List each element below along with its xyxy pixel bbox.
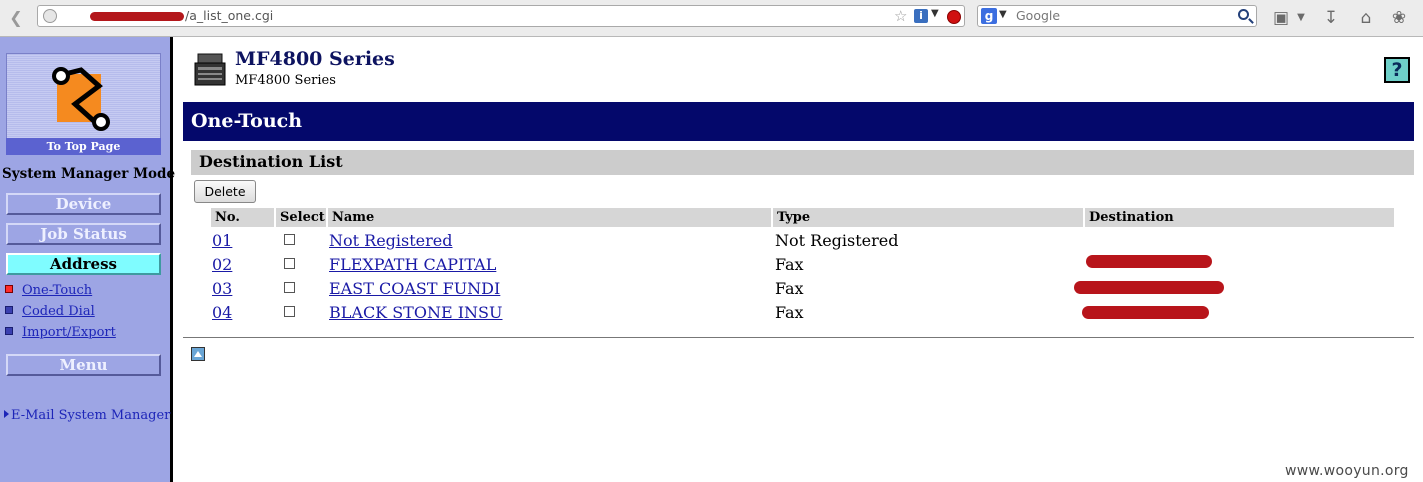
url-path-text: /a_list_one.cgi [185, 8, 274, 23]
info-icon[interactable]: i [914, 9, 928, 23]
printer-logo-icon [52, 67, 110, 131]
page-title: One-Touch [191, 110, 303, 132]
printer-icon [194, 53, 226, 86]
search-bar[interactable]: g ▼ Google [977, 5, 1257, 27]
table-row: 02 [212, 255, 232, 274]
column-header-type: Type [773, 208, 1083, 227]
divider [183, 337, 1414, 338]
entry-type: Fax [775, 303, 804, 322]
select-checkbox[interactable] [284, 258, 295, 269]
table-row: 04 [212, 303, 232, 322]
bullet-icon [5, 306, 13, 314]
email-link-label[interactable]: E-Mail System Manager [11, 408, 170, 423]
chevron-down-icon[interactable]: ▼ [931, 8, 939, 19]
url-bar[interactable]: /a_list_one.cgi ☆ i ▼ [37, 5, 965, 27]
entry-number-link[interactable]: 03 [212, 279, 232, 298]
sidebar-item-one-touch[interactable]: One-Touch [5, 283, 92, 298]
select-checkbox[interactable] [284, 306, 295, 317]
product-subtitle: MF4800 Series [235, 73, 336, 88]
device-button[interactable]: Device [6, 193, 161, 215]
mode-label: System Manager Mode [2, 166, 176, 182]
watermark: www.wooyun.org [1285, 463, 1409, 479]
bookmarks-chevron-down-icon[interactable]: ▼ [1290, 7, 1312, 29]
destination-redaction [1082, 306, 1209, 319]
entry-type: Fax [775, 255, 804, 274]
site-identity-icon[interactable] [43, 9, 57, 23]
column-header-destination: Destination [1085, 208, 1394, 227]
sidebar-item-label[interactable]: Coded Dial [22, 304, 95, 319]
entry-name-link[interactable]: FLEXPATH CAPITAL [329, 255, 496, 274]
destination-redaction [1086, 255, 1212, 268]
bullet-icon [5, 327, 13, 335]
sidebar-item-import-export[interactable]: Import/Export [5, 325, 116, 340]
column-header-name: Name [328, 208, 771, 227]
entry-name-link[interactable]: Not Registered [329, 231, 453, 250]
section-header: Destination List [191, 150, 1414, 175]
back-to-top-icon[interactable] [191, 347, 205, 361]
sidebar-item-coded-dial[interactable]: Coded Dial [5, 304, 95, 319]
job-status-button[interactable]: Job Status [6, 223, 161, 245]
url-host-redaction [90, 12, 184, 21]
column-header-select: Select [276, 208, 326, 227]
delete-button[interactable]: Delete [194, 180, 256, 203]
destination-redaction [1074, 281, 1224, 294]
top-page-label[interactable]: To Top Page [6, 138, 161, 155]
search-icon[interactable] [1238, 9, 1249, 20]
download-arrow-icon[interactable]: ↧ [1320, 7, 1342, 29]
sidebar-item-label[interactable]: Import/Export [22, 325, 116, 340]
table-row: 01 [212, 231, 232, 250]
stop-icon[interactable] [947, 10, 961, 24]
browser-toolbar: ❮ /a_list_one.cgi ☆ i ▼ g ▼ Google ▣ ▼ ↧… [0, 0, 1423, 37]
search-placeholder: Google [1016, 8, 1061, 23]
back-arrow-icon[interactable]: ❮ [5, 8, 27, 28]
entry-number-link[interactable]: 04 [212, 303, 232, 322]
help-icon[interactable]: ? [1384, 57, 1410, 83]
entry-number-link[interactable]: 01 [212, 231, 232, 250]
product-title: MF4800 Series [235, 48, 395, 70]
menu-button[interactable]: Menu [6, 354, 161, 376]
select-checkbox[interactable] [284, 234, 295, 245]
entry-type: Fax [775, 279, 804, 298]
entry-number-link[interactable]: 02 [212, 255, 232, 274]
engine-chevron-down-icon[interactable]: ▼ [999, 9, 1007, 20]
bookmark-star-icon[interactable]: ☆ [894, 7, 907, 25]
select-checkbox[interactable] [284, 282, 295, 293]
entry-type: Not Registered [775, 231, 899, 250]
triangle-right-icon [4, 410, 9, 418]
address-button[interactable]: Address [6, 253, 161, 275]
bookmarks-menu-icon[interactable]: ▣ [1270, 7, 1292, 29]
entry-name-link[interactable]: EAST COAST FUNDI [329, 279, 500, 298]
column-header-no: No. [211, 208, 274, 227]
page-title-bar: One-Touch [183, 102, 1414, 141]
email-system-manager-link[interactable]: E-Mail System Manager [4, 408, 170, 423]
section-title: Destination List [199, 152, 343, 171]
current-bullet-icon [5, 285, 13, 293]
top-page-logo-button[interactable]: To Top Page [6, 53, 161, 155]
table-row: 03 [212, 279, 232, 298]
sidebar-item-label[interactable]: One-Touch [22, 283, 92, 298]
google-engine-icon[interactable]: g [981, 8, 997, 24]
addon-bug-icon[interactable]: ❀ [1388, 7, 1410, 29]
left-navigation: To Top Page System Manager Mode Device J… [0, 37, 176, 482]
home-icon[interactable]: ⌂ [1355, 7, 1377, 29]
entry-name-link[interactable]: BLACK STONE INSU [329, 303, 503, 322]
